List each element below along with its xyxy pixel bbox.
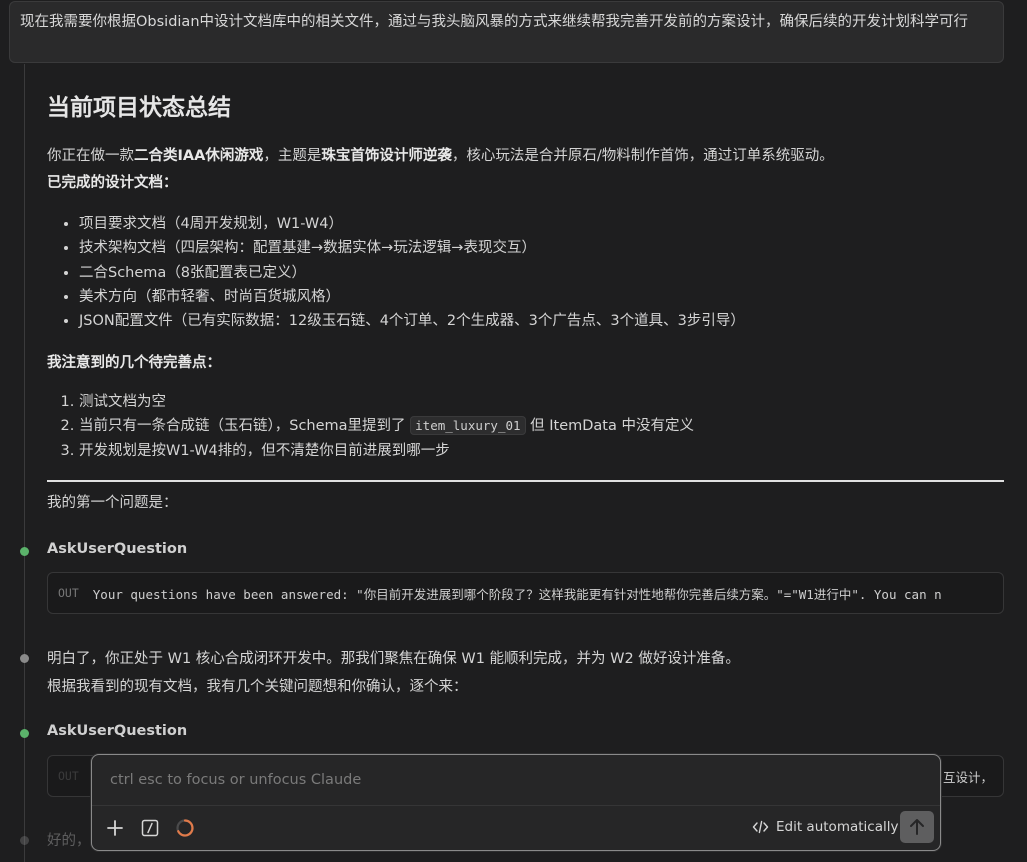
list-item: 美术方向（都市轻奢、时尚百货城风格） xyxy=(79,285,745,309)
output-text: Your questions have been answered: "你目前开… xyxy=(92,586,942,602)
done-title: 已完成的设计文档： xyxy=(47,171,178,195)
tool-name[interactable]: AskUserQuestion xyxy=(47,723,187,739)
slash-command-button[interactable] xyxy=(138,816,162,840)
message-input[interactable] xyxy=(92,755,940,805)
arrow-up-icon xyxy=(910,819,924,835)
output-text-tail: 互设计， xyxy=(942,769,993,785)
slash-command-icon xyxy=(141,819,159,837)
progress-indicator[interactable] xyxy=(173,816,197,840)
todo-title-text: 我注意到的几个待完善点： xyxy=(47,355,221,371)
edit-mode-toggle[interactable]: Edit automatically xyxy=(752,819,898,835)
code-icon xyxy=(752,820,769,834)
divider xyxy=(47,480,1004,482)
first-question: 我的第一个问题是： xyxy=(47,495,178,511)
tool-name[interactable]: AskUserQuestion xyxy=(47,541,187,557)
list-item: JSON配置文件（已有实际数据：12级玉石链、4个订单、2个生成器、3个广告点、… xyxy=(79,309,745,333)
intro-paragraph: 你正在做一款二合类IAA休闲游戏，主题是珠宝首饰设计师逆袭，核心玩法是合并原石/… xyxy=(47,144,834,168)
user-message: 现在我需要你根据Obsidian中设计文档库中的相关文件，通过与我头脑风暴的方式… xyxy=(9,1,1004,63)
todo-title: 我注意到的几个待完善点： xyxy=(47,351,221,375)
inline-code: item_luxury_01 xyxy=(410,416,526,436)
done-list: 项目要求文档（4周开发规划，W1-W4） 技术架构文档（四层架构：配置基建→数据… xyxy=(47,212,745,333)
list-item: 二合Schema（8张配置表已定义） xyxy=(79,261,745,285)
reply-line-1: 明白了，你正处于 W1 核心合成闭环开发中。那我们聚焦在确保 W1 能顺利完成，… xyxy=(47,651,740,667)
intro-bold-1: 二合类IAA休闲游戏 xyxy=(134,148,264,164)
todo-2-text-b: 但 ItemData 中没有定义 xyxy=(525,418,694,435)
done-title-text: 已完成的设计文档： xyxy=(47,175,178,191)
progress-ring-icon xyxy=(176,819,194,837)
response-heading: 当前项目状态总结 xyxy=(47,95,231,121)
composer-panel: Edit automatically xyxy=(91,754,941,851)
timeline-line xyxy=(24,64,25,862)
user-message-text: 现在我需要你根据Obsidian中设计文档库中的相关文件，通过与我头脑风暴的方式… xyxy=(20,14,969,30)
status-dot-message xyxy=(20,836,29,845)
list-item: 项目要求文档（4周开发规划，W1-W4） xyxy=(79,212,745,236)
list-item: 技术架构文档（四层架构：配置基建→数据实体→玩法逻辑→表现交互） xyxy=(79,236,745,260)
status-dot-success xyxy=(20,729,29,738)
edit-mode-label: Edit automatically xyxy=(776,819,899,835)
status-dot-message xyxy=(20,654,29,663)
plus-icon xyxy=(107,820,123,836)
intro-bold-2: 珠宝首饰设计师逆袭 xyxy=(321,148,452,164)
add-button[interactable] xyxy=(103,816,127,840)
output-label: OUT xyxy=(58,586,79,600)
reply-line-2: 根据我看到的现有文档，我有几个关键问题想和你确认，逐个来： xyxy=(47,679,468,695)
send-button[interactable] xyxy=(900,811,934,843)
chat-page: 现在我需要你根据Obsidian中设计文档库中的相关文件，通过与我头脑风暴的方式… xyxy=(0,0,1027,862)
output-label: OUT xyxy=(58,769,79,783)
faded-message-text: 好的， xyxy=(47,833,91,849)
intro-text-1: 你正在做一款 xyxy=(47,148,134,164)
status-dot-success xyxy=(20,547,29,556)
list-item: 测试文档为空 xyxy=(79,390,694,414)
tool-output-box[interactable]: OUT Your questions have been answered: "… xyxy=(47,572,1004,614)
list-item: 开发规划是按W1-W4排的，但不清楚你目前进展到哪一步 xyxy=(79,439,694,463)
composer-divider xyxy=(92,805,940,806)
list-item: 当前只有一条合成链（玉石链），Schema里提到了 item_luxury_01… xyxy=(79,414,694,438)
todo-list: 测试文档为空 当前只有一条合成链（玉石链），Schema里提到了 item_lu… xyxy=(47,390,694,463)
intro-text-2: ，主题是 xyxy=(263,148,322,164)
todo-2-text-a: 当前只有一条合成链（玉石链），Schema里提到了 xyxy=(79,418,411,435)
intro-text-3: ，核心玩法是合并原石/物料制作首饰，通过订单系统驱动。 xyxy=(451,148,834,164)
